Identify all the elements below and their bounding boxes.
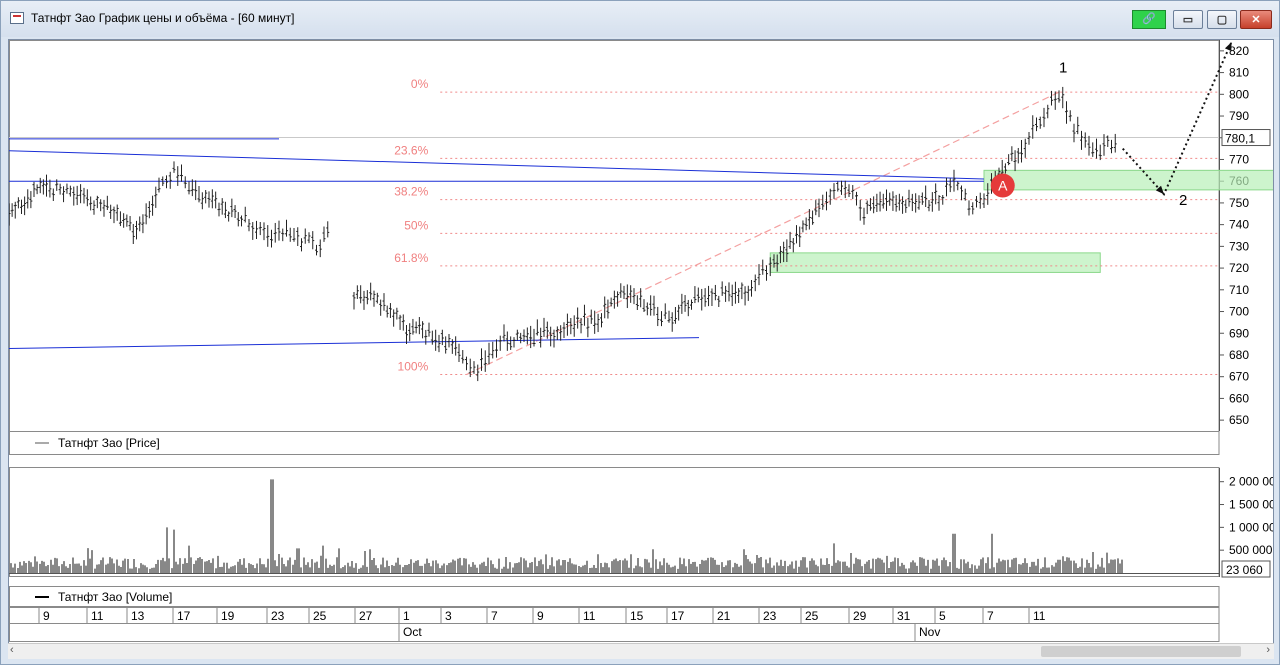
minimize-button[interactable]: ▭ xyxy=(1173,10,1203,29)
maximize-button[interactable]: ▢ xyxy=(1207,10,1237,29)
maximize-icon: ▢ xyxy=(1216,14,1228,26)
date-tick-label: 7 xyxy=(491,609,498,623)
last-volume-label: 23 060 xyxy=(1226,563,1263,577)
close-icon: ✕ xyxy=(1251,14,1261,26)
volume-tick-label: 2 000 000 xyxy=(1229,475,1273,489)
date-tick-label: 21 xyxy=(717,609,731,623)
date-tick-label: 25 xyxy=(313,609,327,623)
price-tick-label: 670 xyxy=(1229,370,1249,384)
volume-tick-label: 500 000 xyxy=(1229,543,1273,557)
price-tick-label: 690 xyxy=(1229,326,1249,340)
price-tick-label: 770 xyxy=(1229,152,1249,166)
volume-tick-label: 1 000 000 xyxy=(1229,520,1273,534)
month-label: Nov xyxy=(919,625,940,639)
date-tick-label: 13 xyxy=(131,609,145,623)
price-panel xyxy=(9,40,1220,432)
scroll-right-icon[interactable]: › xyxy=(1266,644,1270,656)
date-tick-label: 17 xyxy=(671,609,685,623)
chart-area: Татнфт Зао [Price] Татнфт Зао [Volume] 650… xyxy=(8,39,1274,659)
price-tick-label: 720 xyxy=(1229,261,1249,275)
fib-level-label: 61.8% xyxy=(394,251,428,265)
wave-label: 1 xyxy=(1059,60,1067,77)
date-tick-label: 5 xyxy=(939,609,946,623)
marker-a-label: A xyxy=(998,178,1008,194)
date-tick-label: 23 xyxy=(271,609,285,623)
chart-window-icon xyxy=(10,12,24,24)
price-tick-label: 660 xyxy=(1229,391,1249,405)
fib-level-label: 100% xyxy=(398,360,429,374)
date-tick-label: 11 xyxy=(583,609,596,623)
date-tick-label: 7 xyxy=(987,609,994,623)
link-icon: 🔗 xyxy=(1142,13,1156,25)
fib-level-label: 23.6% xyxy=(394,143,428,157)
price-tick-label: 750 xyxy=(1229,196,1249,210)
price-tick-label: 730 xyxy=(1229,239,1249,253)
price-tick-label: 700 xyxy=(1229,305,1249,319)
price-tick-label: 710 xyxy=(1229,283,1249,297)
minimize-icon: ▭ xyxy=(1182,14,1194,26)
fib-level-label: 38.2% xyxy=(394,185,428,199)
window-title: Татнфт Зао График цены и объёма - [60 ми… xyxy=(31,11,295,25)
month-label: Oct xyxy=(403,625,422,639)
title-bar[interactable]: Татнфт Зао График цены и объёма - [60 ми… xyxy=(1,1,1279,37)
horizontal-scrollbar[interactable]: ‹ › xyxy=(8,643,1274,659)
price-tick-label: 650 xyxy=(1229,413,1249,427)
date-tick-label: 27 xyxy=(359,609,373,623)
close-button[interactable]: ✕ xyxy=(1240,10,1272,29)
price-tick-label: 740 xyxy=(1229,218,1249,232)
support-zone xyxy=(769,252,1101,273)
fib-level-label: 0% xyxy=(411,77,429,91)
date-tick-label: 23 xyxy=(763,609,777,623)
price-volume-chart[interactable]: Татнфт Зао [Price] Татнфт Зао [Volume] 650… xyxy=(9,40,1273,644)
date-tick-label: 1 xyxy=(403,609,410,623)
price-legend-panel xyxy=(9,431,1220,455)
price-tick-label: 790 xyxy=(1229,109,1249,123)
chart-window: Татнфт Зао График цены и объёма - [60 ми… xyxy=(0,0,1280,665)
price-axis: 6506606706806907007107207307407507607707… xyxy=(1219,40,1249,431)
date-tick-label: 15 xyxy=(630,609,644,623)
volume-legend-label: Татнфт Зао [Volume] xyxy=(58,590,172,604)
price-legend-label: Татнфт Зао [Price] xyxy=(58,436,160,450)
date-tick-label: 3 xyxy=(445,609,452,623)
date-tick-label: 11 xyxy=(1033,609,1046,623)
date-tick-label: 17 xyxy=(177,609,191,623)
date-tick-label: 9 xyxy=(43,609,50,623)
date-tick-label: 25 xyxy=(805,609,819,623)
scroll-left-icon[interactable]: ‹ xyxy=(10,644,14,656)
wave-label: 2 xyxy=(1179,192,1187,209)
scroll-thumb[interactable] xyxy=(1041,646,1241,657)
price-tick-label: 680 xyxy=(1229,348,1249,362)
volume-tick-label: 1 500 000 xyxy=(1229,498,1273,512)
support-zone xyxy=(983,169,1273,191)
date-tick-label: 29 xyxy=(853,609,867,623)
date-tick-label: 31 xyxy=(897,609,911,623)
price-tick-label: 800 xyxy=(1229,87,1249,101)
date-tick-label: 11 xyxy=(91,609,104,623)
date-tick-label: 9 xyxy=(537,609,544,623)
fib-level-label: 50% xyxy=(404,218,428,232)
volume-legend-panel xyxy=(9,586,1220,607)
last-price-label: 780,1 xyxy=(1225,132,1255,146)
price-tick-label: 820 xyxy=(1229,44,1249,58)
price-tick-label: 810 xyxy=(1229,66,1249,80)
date-tick-label: 19 xyxy=(221,609,235,623)
link-button[interactable]: 🔗 xyxy=(1132,10,1166,29)
